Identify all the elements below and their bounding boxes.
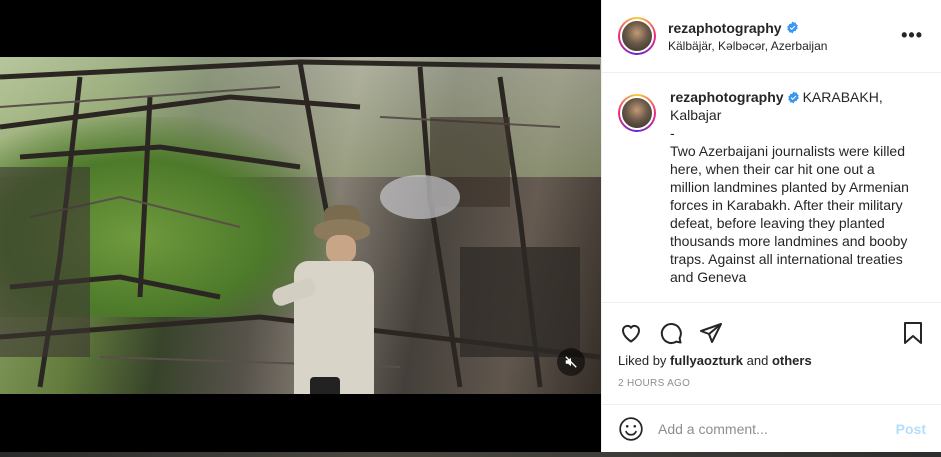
verified-badge-icon (786, 21, 798, 34)
more-options-button[interactable]: ••• (901, 25, 923, 45)
post-timestamp[interactable]: 2 HOURS AGO (602, 368, 941, 389)
post-media (0, 0, 601, 452)
liked-by-prefix: Liked by (618, 353, 667, 368)
share-button[interactable] (698, 320, 724, 346)
heart-icon (621, 324, 641, 343)
author-avatar[interactable] (618, 17, 656, 55)
liked-by-user[interactable]: fullyaozturk (670, 353, 743, 368)
post-actions: Liked by fullyaozturk and others 2 HOURS… (602, 302, 941, 414)
comment-button[interactable] (658, 320, 684, 346)
post-video[interactable] (0, 57, 601, 394)
caption-dash: - (670, 125, 675, 141)
author-username[interactable]: rezaphotography (668, 20, 782, 36)
emoji-button[interactable] (618, 416, 644, 442)
camera (310, 377, 340, 394)
verified-badge-icon (787, 91, 799, 104)
muted-speaker-icon (565, 356, 577, 368)
comment-icon (660, 323, 682, 344)
post-details-panel: rezaphotography Kälbäjär, Kəlbəcər, Azer… (601, 0, 941, 452)
caption-author-avatar[interactable] (618, 94, 656, 132)
emoji-icon (619, 416, 643, 441)
liked-by-others[interactable]: others (772, 353, 812, 368)
photographer-figure (270, 205, 382, 394)
caption-section: rezaphotography KARABAKH, Kalbajar - Two… (602, 74, 941, 302)
liked-by-and: and (746, 353, 769, 368)
caption-body: rezaphotography KARABAKH, Kalbajar - Two… (670, 88, 910, 302)
save-button[interactable] (900, 320, 926, 346)
liked-by-summary: Liked by fullyaozturk and others (602, 351, 941, 368)
comment-bar: Post (602, 404, 941, 452)
share-icon (700, 323, 722, 343)
caption-text: Two Azerbaijani journalists were killed … (670, 143, 909, 285)
post-header: rezaphotography Kälbäjär, Kəlbəcər, Azer… (602, 0, 941, 73)
comment-input[interactable] (658, 420, 896, 437)
like-button[interactable] (618, 320, 644, 346)
mute-toggle-button[interactable] (557, 348, 585, 376)
bookmark-icon (904, 322, 922, 344)
post-modal: rezaphotography Kälbäjär, Kəlbəcər, Azer… (0, 0, 941, 452)
post-comment-button[interactable]: Post (896, 421, 926, 437)
person-head (326, 235, 356, 263)
post-location[interactable]: Kälbäjär, Kəlbəcər, Azerbaijan (668, 39, 827, 53)
caption-username[interactable]: rezaphotography (670, 89, 784, 105)
more-horizontal-icon: ••• (901, 25, 923, 45)
